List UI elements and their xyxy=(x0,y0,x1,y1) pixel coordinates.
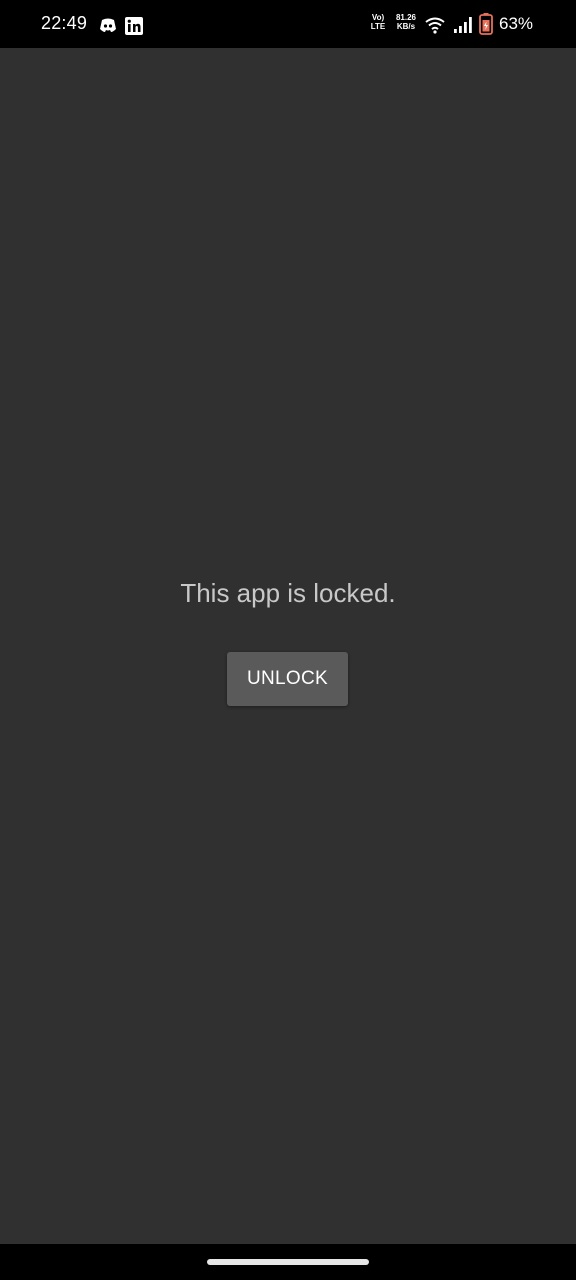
home-gesture-handle[interactable] xyxy=(207,1259,369,1265)
network-speed: 81.26 KB/s xyxy=(392,13,420,31)
unlock-button[interactable]: UNLOCK xyxy=(227,652,348,706)
status-time: 22:49 xyxy=(41,13,88,33)
wifi-icon xyxy=(425,17,445,34)
signal-icon xyxy=(454,17,472,33)
battery-icon xyxy=(479,13,493,35)
network-speed-value: 81.26 xyxy=(395,13,417,22)
volte-label-top: Vo) xyxy=(371,13,385,22)
linkedin-icon xyxy=(125,17,143,35)
discord-icon xyxy=(100,18,116,32)
status-bar: 22:49 Vo) LTE 81.26 KB/s 63% xyxy=(0,0,576,48)
locked-message: This app is locked. xyxy=(180,578,396,608)
navigation-bar xyxy=(0,1244,576,1280)
network-speed-unit: KB/s xyxy=(396,22,416,31)
volte-label-bottom: LTE xyxy=(370,22,386,31)
volte-indicator: Vo) LTE xyxy=(369,13,387,31)
phone-screen: 22:49 Vo) LTE 81.26 KB/s 63% This app is… xyxy=(0,0,576,1280)
app-lock-screen: This app is locked. UNLOCK xyxy=(0,48,576,1244)
battery-percent: 63% xyxy=(499,14,534,33)
